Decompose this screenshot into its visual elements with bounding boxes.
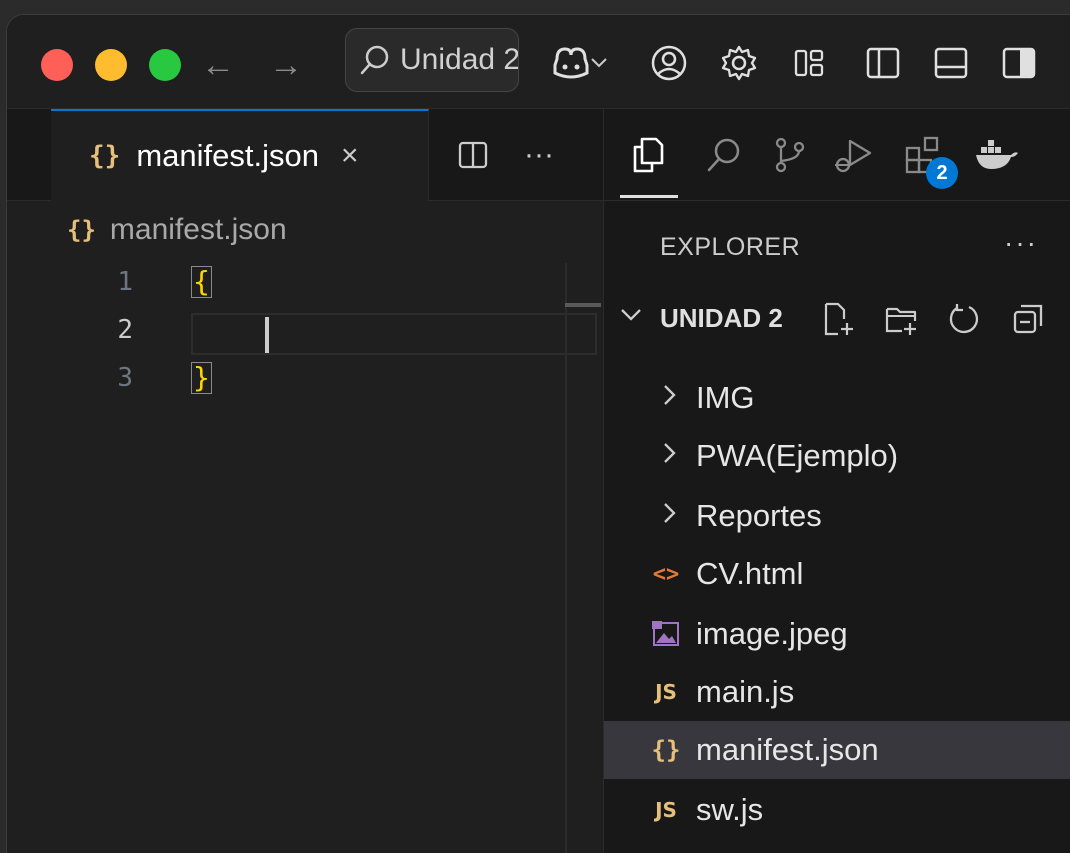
- explorer-files-icon[interactable]: [624, 131, 672, 179]
- tree-file-cv-html[interactable]: <> CV.html: [604, 545, 1070, 603]
- tree-item-label: Reportes: [696, 498, 822, 533]
- workspace-name: UNIDAD 2: [660, 303, 783, 333]
- close-brace: }: [191, 361, 212, 394]
- html-file-icon: <>: [648, 556, 684, 592]
- tree-item-label: sw.js: [696, 792, 764, 827]
- tree-item-label: PWA(Ejemplo): [696, 438, 899, 473]
- docker-icon[interactable]: [972, 131, 1020, 179]
- open-brace: {: [191, 265, 212, 298]
- text-cursor: [265, 317, 269, 353]
- new-folder-icon[interactable]: [880, 297, 924, 341]
- maximize-window-button[interactable]: [149, 49, 181, 81]
- editor-tab-bar: {} manifest.json × ···: [7, 109, 603, 201]
- line-number: 3: [117, 363, 133, 393]
- tree-file-manifest-json[interactable]: {} manifest.json: [604, 721, 1070, 779]
- command-center-text: Unidad 2: [400, 43, 519, 76]
- js-file-icon: JS: [648, 792, 684, 828]
- toggle-secondary-sidebar-icon[interactable]: [997, 41, 1041, 85]
- active-view-indicator: [620, 195, 678, 198]
- chevron-right-icon: [660, 380, 680, 417]
- tree-file-image-jpeg[interactable]: image.jpeg: [604, 605, 1070, 663]
- explorer-more-actions[interactable]: ···: [1004, 227, 1038, 259]
- back-arrow-icon[interactable]: ←: [201, 45, 235, 85]
- source-control-icon[interactable]: [766, 131, 814, 179]
- json-file-glyph: {}: [651, 736, 681, 764]
- js-file-glyph: JS: [655, 680, 677, 704]
- tree-file-sw-js[interactable]: JS sw.js: [604, 781, 1070, 839]
- minimap-border: [565, 263, 567, 853]
- workspace-section-header[interactable]: UNIDAD 2: [604, 291, 1070, 347]
- tree-folder-pwa[interactable]: PWA(Ejemplo): [604, 427, 1070, 485]
- tree-file-main-js[interactable]: JS main.js: [604, 663, 1070, 721]
- line-number: 1: [117, 267, 133, 297]
- tree-folder-img[interactable]: IMG: [604, 369, 1070, 427]
- json-braces-icon: {}: [648, 732, 684, 768]
- refresh-icon[interactable]: [942, 297, 986, 341]
- js-file-glyph: JS: [655, 798, 677, 822]
- vscode-window: ← → Unidad 2 {} manifest.json × ··· {} m…: [6, 14, 1070, 853]
- tab-manifest-json[interactable]: {} manifest.json ×: [51, 109, 429, 201]
- customize-layout-icon[interactable]: [787, 41, 831, 85]
- chevron-down-icon[interactable]: [587, 41, 611, 85]
- run-debug-icon[interactable]: [830, 131, 878, 179]
- search-icon: [360, 45, 389, 75]
- breadcrumb[interactable]: {} manifest.json: [67, 213, 287, 247]
- split-editor-icon[interactable]: [453, 135, 493, 175]
- html-file-glyph: <>: [652, 561, 680, 587]
- js-file-icon: JS: [648, 674, 684, 710]
- tree-item-label: manifest.json: [696, 732, 879, 767]
- scrollbar-thumb[interactable]: [565, 303, 601, 307]
- search-icon[interactable]: [700, 131, 748, 179]
- tree-item-label: main.js: [696, 674, 795, 709]
- activity-bar: 2: [604, 109, 1070, 201]
- gear-icon[interactable]: [717, 41, 761, 85]
- chevron-right-icon: [660, 438, 680, 475]
- toggle-primary-sidebar-icon[interactable]: [861, 41, 905, 85]
- current-line-highlight: [191, 313, 597, 355]
- chevron-down-icon: [618, 295, 644, 342]
- extensions-badge: 2: [926, 157, 958, 189]
- chevron-right-icon: [660, 498, 680, 535]
- forward-arrow-icon[interactable]: →: [269, 45, 303, 85]
- image-file-icon: [648, 616, 684, 652]
- minimize-window-button[interactable]: [95, 49, 127, 81]
- tree-item-label: image.jpeg: [696, 616, 848, 651]
- secondary-sidebar: 2 EXPLORER ··· UNIDAD 2 IMG PWA(Ejemplo)…: [603, 109, 1070, 853]
- tree-folder-reportes[interactable]: Reportes: [604, 487, 1070, 545]
- json-braces-icon: {}: [89, 141, 121, 171]
- close-window-button[interactable]: [41, 49, 73, 81]
- collapse-all-icon[interactable]: [1006, 297, 1050, 341]
- code-line[interactable]: {: [191, 265, 212, 298]
- command-center-search[interactable]: Unidad 2: [345, 28, 519, 92]
- new-file-icon[interactable]: [816, 297, 860, 341]
- editor-group: {} manifest.json × ··· {} manifest.json …: [7, 109, 603, 853]
- account-icon[interactable]: [647, 41, 691, 85]
- line-number: 2: [117, 315, 133, 345]
- code-line[interactable]: }: [191, 361, 212, 394]
- json-braces-icon: {}: [67, 216, 96, 244]
- toggle-panel-icon[interactable]: [929, 41, 973, 85]
- tree-item-label: IMG: [696, 380, 755, 415]
- close-icon[interactable]: ×: [341, 139, 359, 173]
- explorer-title: EXPLORER: [660, 233, 801, 261]
- tab-label: manifest.json: [136, 138, 319, 173]
- breadcrumb-file: manifest.json: [109, 213, 287, 246]
- title-bar: ← → Unidad 2: [7, 15, 1070, 109]
- tree-item-label: CV.html: [696, 556, 804, 591]
- more-actions-icon[interactable]: ···: [519, 135, 559, 175]
